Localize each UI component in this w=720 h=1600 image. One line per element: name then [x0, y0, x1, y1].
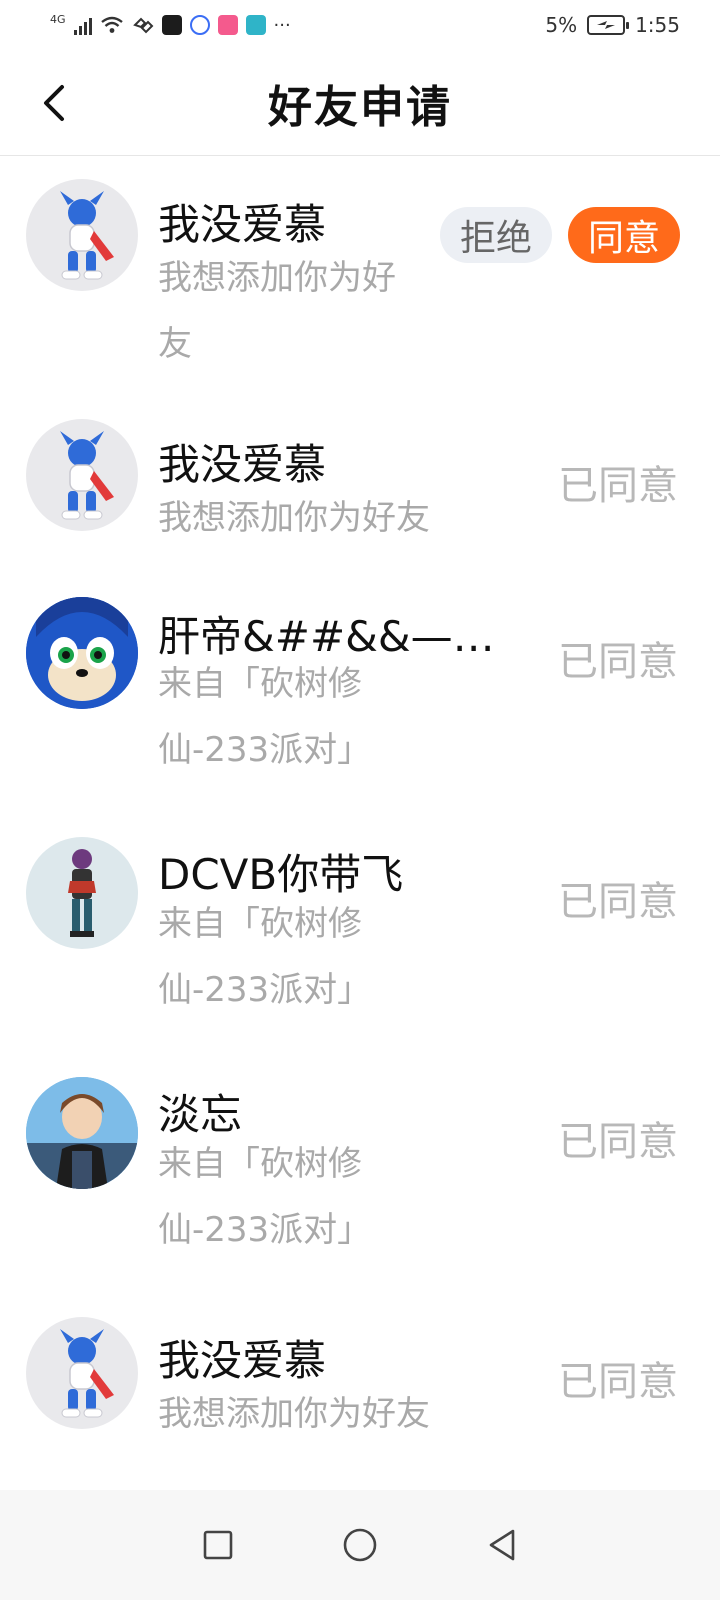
nfc-icon	[132, 17, 153, 34]
accept-button[interactable]: 同意	[568, 207, 680, 263]
header: 好友申请	[0, 50, 720, 156]
signal-icon	[73, 15, 92, 35]
request-message: 来自「砍树修仙-233派对」	[158, 904, 372, 1010]
triangle-back-icon	[489, 1529, 515, 1561]
avatar	[26, 837, 138, 949]
back-nav-button[interactable]	[482, 1525, 522, 1565]
avatar	[26, 1077, 138, 1189]
request-name: 我没爱慕	[158, 440, 327, 489]
request-message: 来自「砍树修仙-233派对」	[158, 1144, 372, 1250]
back-button[interactable]	[34, 80, 74, 126]
avatar-character-icon	[26, 1077, 138, 1189]
avatar-character-icon	[60, 191, 114, 280]
status-label: 已同意	[558, 1119, 678, 1165]
battery-percent: 5%	[545, 13, 578, 37]
reject-button[interactable]: 拒绝	[440, 207, 552, 263]
request-name: 我没爱慕	[158, 200, 327, 249]
square-icon	[203, 1530, 233, 1560]
list-item[interactable]: 我没爱慕 我想添加你为好友 已同意	[0, 397, 720, 567]
status-label: 已同意	[558, 639, 678, 685]
system-nav-bar	[0, 1490, 720, 1600]
status-label: 已同意	[558, 1359, 678, 1405]
avatar	[26, 1317, 138, 1429]
request-name: 我没爱慕	[158, 1336, 327, 1385]
baidu-icon	[189, 15, 210, 35]
list-item[interactable]: 淡忘 来自「砍树修仙-233派对」 已同意	[0, 1047, 720, 1287]
status-left: 4G ···	[50, 12, 291, 36]
battery-icon	[587, 15, 630, 35]
avatar-character-icon	[60, 431, 114, 520]
charging-icon	[597, 21, 616, 29]
wifi-icon	[100, 16, 123, 33]
app-icon	[161, 15, 182, 35]
status-bar: 4G ··· 5% 1:55	[0, 0, 720, 50]
avatar-character-icon	[60, 1329, 114, 1418]
request-message: 来自「砍树修仙-233派对」	[158, 664, 372, 770]
avatar	[26, 419, 138, 531]
list-item[interactable]: DCVB你带飞 来自「砍树修仙-233派对」 已同意	[0, 807, 720, 1047]
avatar	[26, 597, 138, 709]
status-label: 已同意	[558, 879, 678, 925]
list-item[interactable]: 肝帝&##&&——... 来自「砍树修仙-233派对」 已同意	[0, 567, 720, 807]
list-item[interactable]: 我没爱慕 我想添加你为好友 拒绝 同意	[0, 157, 720, 397]
circle-icon	[343, 1528, 377, 1562]
status-right: 5% 1:55	[545, 13, 680, 37]
request-message: 我想添加你为好友	[158, 498, 430, 538]
app-icon	[217, 15, 238, 35]
avatar-character-icon	[26, 597, 138, 709]
recents-button[interactable]	[198, 1525, 238, 1565]
more-indicator: ···	[273, 14, 291, 36]
clock: 1:55	[635, 13, 680, 37]
avatar	[26, 179, 138, 291]
status-label: 已同意	[558, 463, 678, 509]
request-message: 我想添加你为好友	[158, 1394, 430, 1434]
chevron-left-icon	[44, 85, 64, 121]
app-icon	[245, 15, 266, 35]
page-title: 好友申请	[268, 81, 452, 133]
home-button[interactable]	[340, 1525, 380, 1565]
network-type: 4G	[50, 12, 66, 26]
request-message: 我想添加你为好友	[158, 258, 396, 364]
avatar-character-icon	[68, 849, 96, 937]
list-item[interactable]: 我没爱慕 我想添加你为好友 已同意	[0, 1287, 720, 1487]
